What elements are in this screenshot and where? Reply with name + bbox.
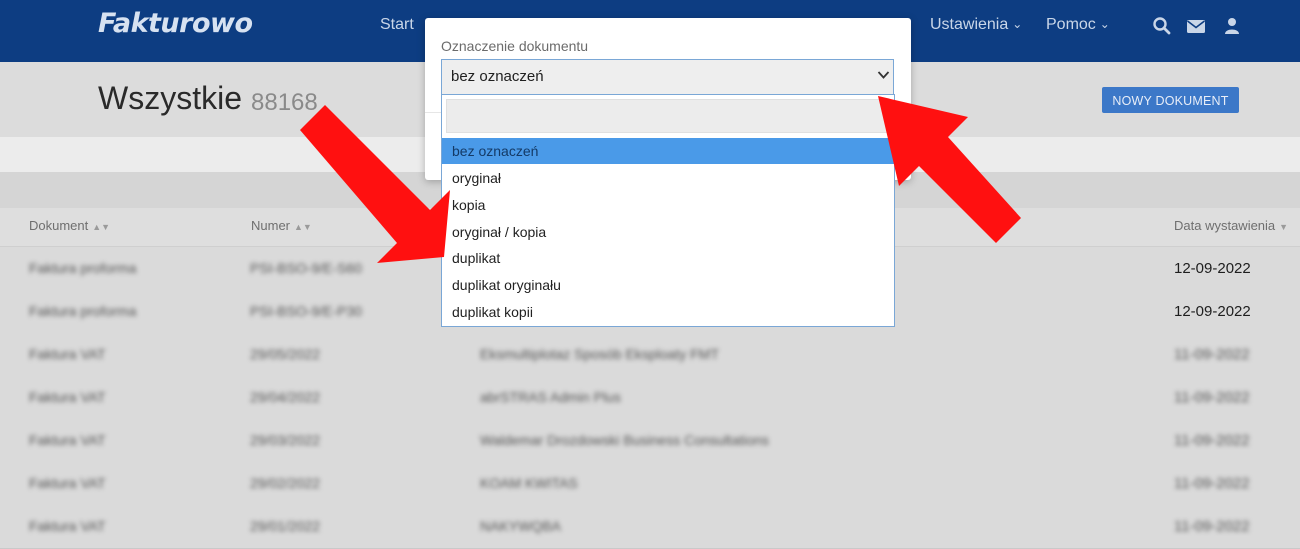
cell-number: PSI-BSO-9/E-P30 [250,303,363,319]
cell-date: 11-09-2022 [1174,432,1250,449]
sort-icon: ▲▼ [92,222,111,232]
cell-number: 29/02/2022 [250,475,321,491]
column-header-label: Numer [251,218,291,233]
option-oryginal[interactable]: oryginał [442,165,894,191]
option-bez-oznaczen[interactable]: bez oznaczeń [442,138,894,164]
cell-client: NAKYWQBA [480,518,561,534]
select-current-value: bez oznaczeń [451,68,544,85]
cell-client: KOAM KWITAS [480,475,578,491]
document-count: 88168 [251,89,318,116]
cell-document: Faktura proforma [29,303,137,319]
envelope-icon[interactable] [1186,16,1206,36]
chevron-down-icon: ⌄ [1012,17,1023,31]
user-icon[interactable] [1222,16,1242,36]
nav-start[interactable]: Start [380,16,414,34]
cell-document: Faktura VAT [29,475,106,491]
sort-icon: ▲▼ [294,222,312,232]
nav-help[interactable]: Pomoc ⌄ [1046,16,1110,34]
nav-settings[interactable]: Ustawienia ⌄ [930,16,1022,34]
column-header-number[interactable]: Numer ▲▼ [251,218,312,233]
option-duplikat[interactable]: duplikat [442,245,894,271]
cell-number: PSI-BSO-9/E-S60 [250,260,363,276]
column-header-document[interactable]: Dokument ▲▼ [29,218,110,233]
option-kopia[interactable]: kopia [442,192,894,218]
cell-client: abrSTRAS Admin Plus [480,389,621,405]
table-row[interactable]: Faktura VAT 29/03/2022 Waldemar Drozdows… [0,419,1300,463]
nav-settings-label: Ustawienia [930,16,1009,33]
search-icon[interactable] [1152,16,1172,36]
cell-client: Eksmultiplotaz Sposób Eksploaty FMT [480,346,719,362]
cell-date: 12-09-2022 [1174,303,1251,320]
table-row[interactable]: Faktura VAT 29/01/2022 NAKYWQBA 11-09-20… [0,505,1300,549]
cell-date: 11-09-2022 [1174,475,1250,492]
option-oryginal-kopia[interactable]: oryginał / kopia [442,219,894,245]
cell-number: 29/05/2022 [250,346,321,362]
table-row[interactable]: Faktura VAT 29/05/2022 Eksmultiplotaz Sp… [0,333,1300,377]
cell-date: 11-09-2022 [1174,346,1250,363]
cell-date: 11-09-2022 [1174,389,1250,406]
table-row[interactable]: Faktura VAT 29/02/2022 KOAM KWITAS 11-09… [0,462,1300,506]
option-duplikat-kopii[interactable]: duplikat kopii [442,299,894,325]
chevron-down-icon: ⌄ [1099,17,1110,31]
cell-document: Faktura VAT [29,389,106,405]
chevron-down-icon[interactable] [877,70,890,80]
option-duplikat-oryginalu[interactable]: duplikat oryginału [442,272,894,298]
column-header-date[interactable]: Data wystawienia ▼ [1174,218,1288,233]
cell-document: Faktura VAT [29,518,106,534]
document-marking-label: Oznaczenie dokumentu [441,38,589,54]
cell-client: Waldemar Drozdowski Business Consultatio… [480,432,769,448]
page-title: Wszystkie [98,80,242,116]
app-logo[interactable]: Fakturowo [98,8,253,39]
cell-number: 29/01/2022 [250,518,321,534]
cell-number: 29/04/2022 [250,389,321,405]
column-header-label: Data wystawienia [1174,218,1276,233]
cell-number: 29/03/2022 [250,432,321,448]
nav-start-label: Start [380,16,414,33]
table-row[interactable]: Faktura VAT 29/04/2022 abrSTRAS Admin Pl… [0,376,1300,420]
column-header-label: Dokument [29,218,89,233]
cell-date: 12-09-2022 [1174,260,1251,277]
cell-document: Faktura VAT [29,346,106,362]
dropdown-search-input[interactable] [446,99,890,133]
cell-document: Faktura VAT [29,432,106,448]
new-document-button[interactable]: NOWY DOKUMENT [1102,87,1239,113]
sort-desc-icon: ▼ [1279,222,1289,232]
cell-date: 11-09-2022 [1174,518,1250,535]
cell-document: Faktura proforma [29,260,137,276]
nav-help-label: Pomoc [1046,16,1096,33]
